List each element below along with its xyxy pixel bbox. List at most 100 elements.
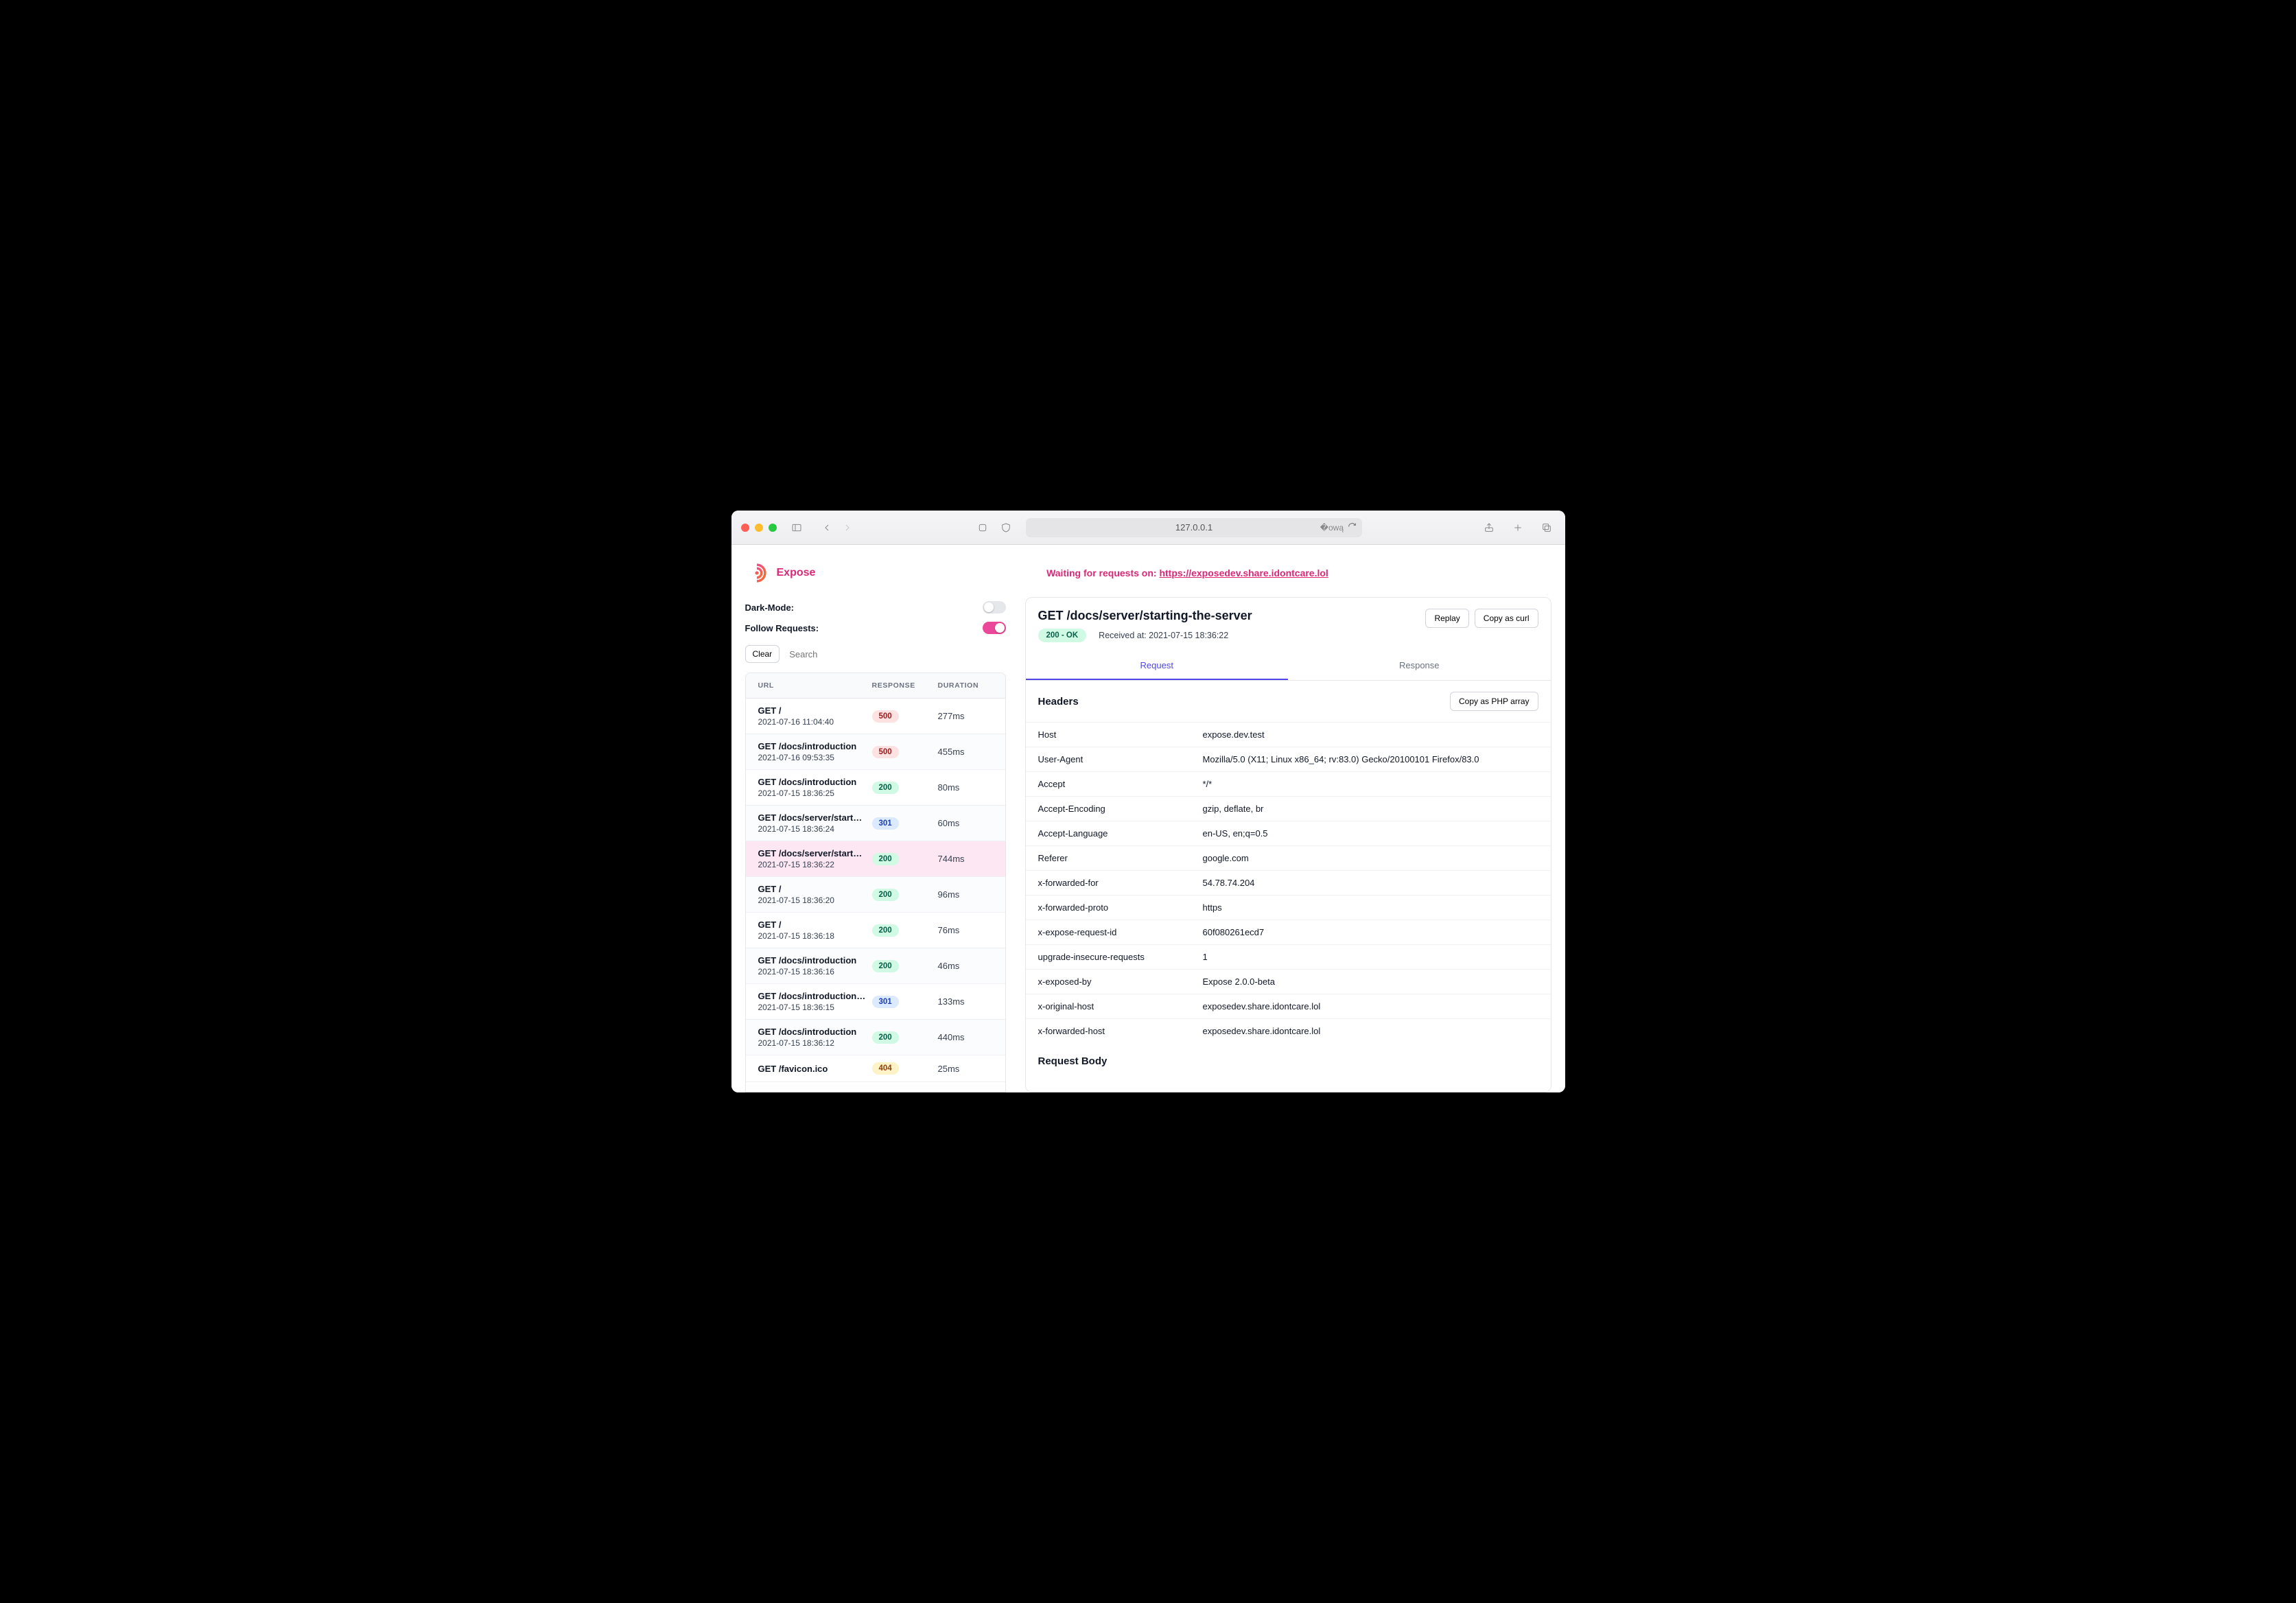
tabs-overview-icon[interactable] [1538, 520, 1556, 535]
request-path: GET /docs/introduction [758, 741, 872, 751]
request-row[interactable]: GET /docs/introduction2021-07-15 18:36:1… [746, 1020, 1005, 1055]
status-badge: 200 - OK [1038, 629, 1087, 642]
request-list-panel: Dark-Mode: Follow Requests: Clear URL RE… [745, 597, 1006, 1092]
status-code-badge: 200 [872, 960, 899, 972]
request-row[interactable]: GET /2021-07-16 11:04:40500277ms [746, 699, 1005, 734]
request-url-cell: GET /2021-07-16 11:04:40 [758, 705, 872, 727]
request-row[interactable]: GET /docs/introduction… 2021-07-15 18:36:… [746, 984, 1005, 1020]
request-row[interactable]: GET /docs/introduction2021-07-15 18:36:2… [746, 770, 1005, 806]
expose-dashboard: Expose Waiting for requests on: https://… [731, 545, 1565, 1092]
request-path: GET /docs/server/start… [758, 812, 872, 823]
follow-requests-label: Follow Requests: [745, 623, 819, 633]
search-input[interactable] [789, 649, 910, 659]
header-value: en-US, en;q=0.5 [1203, 828, 1538, 839]
detail-body: Headers Copy as PHP array Hostexpose.dev… [1026, 681, 1551, 1092]
waiting-banner: Waiting for requests on: https://exposed… [823, 568, 1551, 578]
request-duration-cell: 455ms [938, 747, 993, 757]
dark-mode-label: Dark-Mode: [745, 602, 795, 613]
request-path: GET /docs/introduction [758, 955, 872, 966]
nav-back-button[interactable] [818, 520, 836, 535]
detail-title: GET /docs/server/starting-the-server [1038, 609, 1252, 623]
header-key: x-forwarded-proto [1038, 902, 1203, 913]
header-key: x-forwarded-for [1038, 878, 1203, 888]
column-response: RESPONSE [872, 681, 938, 690]
close-window-button[interactable] [741, 524, 749, 532]
follow-requests-toggle[interactable] [983, 622, 1006, 634]
minimize-window-button[interactable] [755, 524, 763, 532]
request-timestamp: 2021-07-15 18:36:15 [758, 1003, 872, 1012]
request-status-cell: 301 [872, 817, 938, 830]
request-body-heading: Request Body [1026, 1043, 1551, 1067]
header-row: x-exposed-byExpose 2.0.0-beta [1026, 969, 1551, 994]
request-path: GET /docs/server/start… [758, 848, 872, 858]
reload-icon[interactable] [1348, 522, 1357, 533]
waiting-label: Waiting for requests on: [1046, 568, 1159, 578]
headers-heading: Headers [1038, 696, 1079, 707]
status-code-badge: 200 [872, 1031, 899, 1044]
header-row: x-original-hostexposedev.share.idontcare… [1026, 994, 1551, 1018]
browser-titlebar: 127.0.0.1 �ową [731, 511, 1565, 545]
status-code-badge: 404 [872, 1062, 899, 1075]
request-timestamp: 2021-07-15 18:36:24 [758, 824, 872, 834]
extension-icon[interactable] [974, 520, 992, 535]
request-row[interactable]: GET /docs/introduction 2021-07-16 09:53:3… [746, 734, 1005, 770]
header-row: x-forwarded-hostexposedev.share.idontcar… [1026, 1018, 1551, 1043]
header-value: gzip, deflate, br [1203, 804, 1538, 814]
tab-response[interactable]: Response [1288, 652, 1551, 680]
header-row: Referergoogle.com [1026, 845, 1551, 870]
request-row[interactable]: GET /docs/server/start…2021-07-15 18:36:… [746, 806, 1005, 841]
request-detail-column: GET /docs/server/starting-the-server 200… [1025, 597, 1551, 1092]
share-icon[interactable] [1480, 520, 1498, 535]
sidebar-toggle-icon[interactable] [788, 520, 806, 535]
new-tab-icon[interactable] [1509, 520, 1527, 535]
request-row[interactable]: GET /2021-07-15 18:36:2020096ms [746, 877, 1005, 913]
brand-name: Expose [777, 567, 816, 579]
replay-button[interactable]: Replay [1425, 609, 1468, 628]
tab-request[interactable]: Request [1026, 652, 1289, 680]
request-row[interactable]: GET /docs/server/start…2021-07-15 18:36:… [746, 841, 1005, 877]
header-key: x-original-host [1038, 1001, 1203, 1011]
copy-as-curl-button[interactable]: Copy as curl [1475, 609, 1538, 628]
request-path: GET /docs/introduction… [758, 991, 872, 1001]
request-url-cell: GET /favicon.ico [758, 1064, 872, 1074]
request-duration-cell: 46ms [938, 961, 993, 971]
request-row[interactable]: GET /2021-07-15 18:36:1820076ms [746, 913, 1005, 948]
request-timestamp: 2021-07-15 18:36:16 [758, 967, 872, 976]
header-value: */* [1203, 779, 1538, 789]
request-duration-cell: 133ms [938, 996, 993, 1007]
clear-button[interactable]: Clear [745, 645, 780, 663]
request-path: GET /docs/introduction [758, 777, 872, 787]
header-row: x-forwarded-for54.78.74.204 [1026, 870, 1551, 895]
app-header: Expose Waiting for requests on: https://… [731, 545, 1565, 597]
headers-list: Hostexpose.dev.testUser-AgentMozilla/5.0… [1026, 722, 1551, 1043]
status-code-badge: 200 [872, 853, 899, 865]
header-value: 60f080261ecd7 [1203, 927, 1538, 937]
request-status-cell: 200 [872, 782, 938, 794]
request-row[interactable]: GET /docs/introduction2021-07-15 18:36:1… [746, 948, 1005, 984]
request-row[interactable]: GET /favicon.ico40425ms [746, 1055, 1005, 1082]
header-key: Accept [1038, 779, 1203, 789]
request-url-cell: GET /docs/introduction 2021-07-16 09:53:3… [758, 741, 872, 762]
expose-logo-icon [745, 561, 769, 585]
request-path: GET /docs/introduction [758, 1027, 872, 1037]
fullscreen-window-button[interactable] [769, 524, 777, 532]
request-timestamp: 2021-07-16 11:04:40 [758, 717, 872, 727]
tunnel-url-link[interactable]: https://exposedev.share.idontcare.lol [1159, 568, 1328, 578]
browser-address-bar[interactable]: 127.0.0.1 �ową [1026, 518, 1362, 537]
address-text: 127.0.0.1 [1175, 522, 1213, 533]
request-timestamp: 2021-07-15 18:36:20 [758, 896, 872, 905]
request-timestamp: 2021-07-15 18:36:12 [758, 1038, 872, 1048]
status-code-badge: 301 [872, 817, 899, 830]
shield-icon[interactable] [997, 520, 1015, 535]
header-row: Accept-Encodinggzip, deflate, br [1026, 796, 1551, 821]
header-row: Hostexpose.dev.test [1026, 722, 1551, 747]
request-timestamp: 2021-07-16 09:53:35 [758, 753, 872, 762]
filter-row: Clear [745, 645, 1006, 663]
requests-table-header: URL RESPONSE DURATION [746, 673, 1005, 699]
copy-as-php-array-button[interactable]: Copy as PHP array [1450, 692, 1538, 711]
requests-table: URL RESPONSE DURATION GET /2021-07-16 11… [745, 672, 1006, 1092]
reader-icon[interactable]: �ową [1320, 523, 1344, 533]
dark-mode-toggle[interactable] [983, 601, 1006, 613]
requests-list[interactable]: GET /2021-07-16 11:04:40500277ms GET /doc… [746, 699, 1005, 1092]
nav-forward-button[interactable] [839, 520, 856, 535]
